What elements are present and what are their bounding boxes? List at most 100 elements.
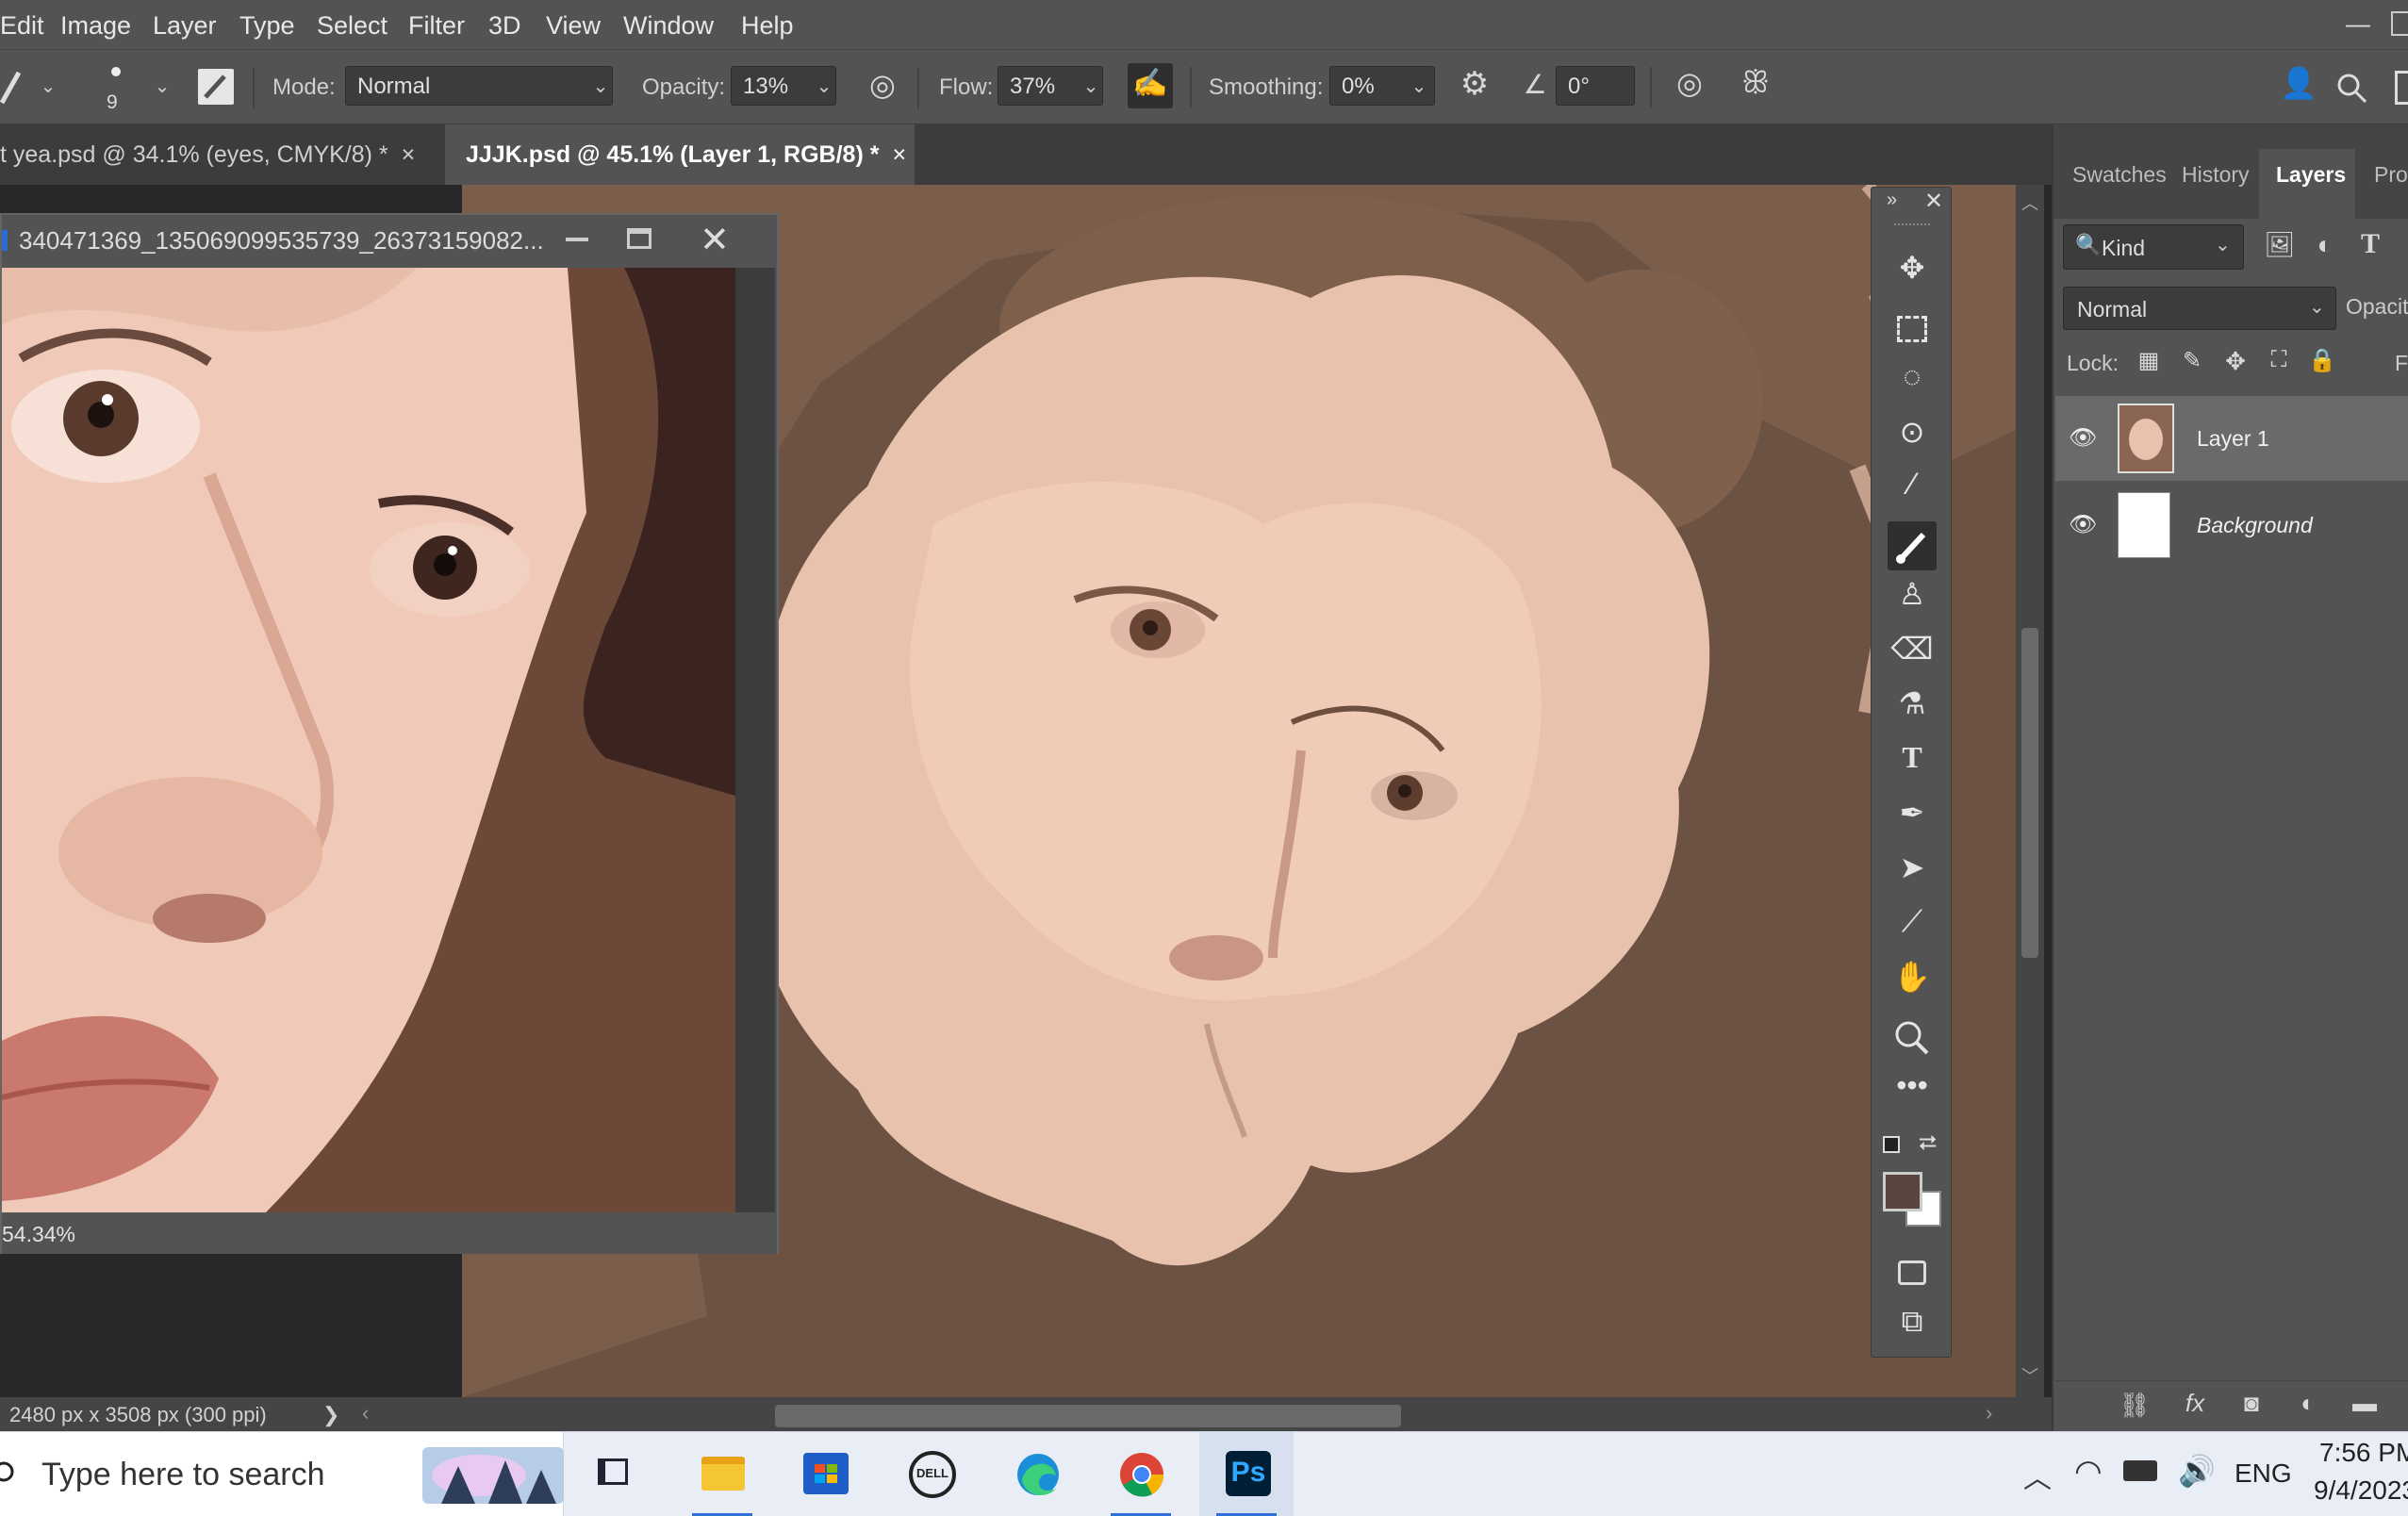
eye-icon[interactable]: 👁 bbox=[2069, 511, 2097, 538]
layer-name[interactable]: Layer 1 bbox=[2197, 426, 2269, 452]
lasso-tool-icon[interactable]: ◌ bbox=[1888, 359, 1937, 408]
quick-mask-icon[interactable] bbox=[1888, 1249, 1937, 1298]
microsoft-store-button[interactable] bbox=[779, 1432, 873, 1516]
eyedropper-tool-icon[interactable]: ⁄ bbox=[1888, 467, 1937, 516]
language-indicator[interactable]: ENG bbox=[2235, 1458, 2292, 1489]
mode-select[interactable]: Normal bbox=[345, 66, 613, 106]
reference-window-titlebar[interactable]: 340471369_135069099535739_26373159082...… bbox=[2, 215, 777, 264]
smoothing-dropdown-icon[interactable]: ⌄ bbox=[1403, 66, 1435, 106]
lock-transparency-icon[interactable]: ▦ bbox=[2133, 347, 2165, 379]
maximize-icon[interactable] bbox=[627, 228, 651, 249]
move-tool-icon[interactable]: ✥ bbox=[1888, 250, 1937, 299]
default-colors-icon[interactable] bbox=[1883, 1136, 1900, 1153]
eraser-tool-icon[interactable]: ⌫ bbox=[1888, 631, 1937, 680]
file-explorer-button[interactable] bbox=[675, 1432, 769, 1516]
minimize-icon[interactable] bbox=[566, 238, 588, 241]
quick-selection-tool-icon[interactable]: ⊙ bbox=[1888, 414, 1937, 463]
wifi-icon[interactable]: ◠ bbox=[2074, 1453, 2103, 1491]
scroll-left-icon[interactable]: ‹ bbox=[362, 1401, 369, 1425]
reference-zoom[interactable]: 54.34% bbox=[2, 1222, 75, 1247]
tab-history[interactable]: History bbox=[2182, 162, 2250, 188]
symmetry-icon[interactable]: ꕥ bbox=[1735, 65, 1776, 107]
layer-row-background[interactable]: 👁 Background bbox=[2055, 483, 2408, 568]
tab-layers[interactable]: Layers bbox=[2276, 162, 2346, 188]
toolbox-grip[interactable] bbox=[1894, 223, 1930, 229]
pressure-opacity-icon[interactable]: ◎ bbox=[863, 67, 902, 107]
new-adjustment-icon[interactable]: ◐ bbox=[2291, 1389, 2325, 1418]
scroll-up-icon[interactable]: ︿ bbox=[2021, 190, 2038, 215]
layer-name[interactable]: Background bbox=[2197, 513, 2313, 538]
taskbar-search[interactable]: Type here to search bbox=[0, 1432, 564, 1516]
tab-jjjk-doc[interactable]: JJJK.psd @ 45.1% (Layer 1, RGB/8) * × bbox=[445, 124, 915, 185]
swap-colors-icon[interactable]: ⮂ bbox=[1919, 1130, 1937, 1157]
brush-tool-icon[interactable] bbox=[0, 69, 21, 107]
layer-filter-select[interactable]: 🔍 Kind ⌄ bbox=[2063, 224, 2244, 270]
lock-pixels-icon[interactable]: ✎ bbox=[2176, 347, 2208, 379]
path-selection-tool-icon[interactable]: ➤ bbox=[1888, 849, 1937, 898]
layer-row-layer-1[interactable]: 👁 Layer 1 bbox=[2055, 396, 2408, 481]
scroll-right-icon[interactable]: › bbox=[1986, 1401, 1992, 1425]
mode-dropdown-icon[interactable]: ⌄ bbox=[585, 66, 617, 106]
menu-edit[interactable]: Edit bbox=[0, 11, 44, 41]
pixel-filter-icon[interactable]: 🖼 bbox=[2263, 230, 2297, 264]
search-icon[interactable] bbox=[2336, 73, 2368, 105]
brush-settings-icon[interactable] bbox=[198, 69, 234, 105]
tool-preset-dropdown-icon[interactable]: ⌄ bbox=[32, 66, 64, 106]
workspace-icon[interactable] bbox=[2395, 71, 2408, 105]
close-icon[interactable]: ✕ bbox=[1924, 188, 1943, 215]
lock-all-icon[interactable]: 🔒 bbox=[2306, 347, 2338, 379]
link-layers-icon[interactable]: ⛓ bbox=[2118, 1391, 2152, 1420]
dell-button[interactable]: DELL bbox=[884, 1432, 979, 1516]
hand-tool-icon[interactable]: ✋ bbox=[1888, 959, 1937, 1008]
maximize-button[interactable] bbox=[2391, 11, 2408, 36]
marquee-tool-icon[interactable] bbox=[1888, 305, 1937, 354]
opacity-dropdown-icon[interactable]: ⌄ bbox=[808, 66, 840, 106]
new-group-icon[interactable]: ▬ bbox=[2348, 1389, 2382, 1418]
menu-window[interactable]: Window bbox=[623, 11, 714, 41]
foreground-color-swatch[interactable] bbox=[1883, 1172, 1922, 1211]
status-menu-arrow-icon[interactable]: ❯ bbox=[322, 1403, 339, 1427]
menu-type[interactable]: Type bbox=[239, 11, 295, 41]
brush-preset-dropdown-icon[interactable]: ⌄ bbox=[146, 66, 178, 106]
photoshop-button[interactable]: Ps bbox=[1199, 1432, 1294, 1516]
line-tool-icon[interactable]: ⟋ bbox=[1888, 904, 1937, 953]
flow-dropdown-icon[interactable]: ⌄ bbox=[1075, 66, 1107, 106]
menu-image[interactable]: Image bbox=[60, 11, 131, 41]
more-tools-icon[interactable]: ••• bbox=[1888, 1068, 1937, 1117]
type-tool-icon[interactable]: T bbox=[1888, 740, 1937, 789]
menu-layer[interactable]: Layer bbox=[153, 11, 217, 41]
reference-scrollbar[interactable] bbox=[735, 268, 775, 1212]
brush-tip-icon[interactable] bbox=[111, 67, 121, 76]
tab-swatches[interactable]: Swatches bbox=[2072, 162, 2167, 188]
edge-button[interactable] bbox=[990, 1432, 1084, 1516]
battery-icon[interactable] bbox=[2123, 1460, 2157, 1481]
angle-field[interactable]: 0° bbox=[1556, 66, 1635, 106]
blend-mode-select[interactable]: Normal ⌄ bbox=[2063, 287, 2336, 330]
eye-icon[interactable]: 👁 bbox=[2069, 424, 2097, 452]
type-filter-icon[interactable]: T bbox=[2353, 228, 2387, 262]
horizontal-scroll-thumb[interactable] bbox=[775, 1405, 1401, 1427]
menu-filter[interactable]: Filter bbox=[408, 11, 465, 41]
lock-artboard-icon[interactable]: ⛶ bbox=[2263, 347, 2295, 379]
scroll-down-icon[interactable]: ﹀ bbox=[2021, 1363, 2038, 1388]
stamp-tool-icon[interactable]: ♙ bbox=[1888, 576, 1937, 625]
document-info[interactable]: 2480 px x 3508 px (300 ppi) bbox=[9, 1403, 267, 1427]
scroll-thumb[interactable] bbox=[2021, 628, 2038, 958]
volume-icon[interactable]: 🔊 bbox=[2178, 1453, 2216, 1489]
screen-mode-icon[interactable]: ⧉ bbox=[1888, 1304, 1937, 1353]
minimize-button[interactable]: — bbox=[2346, 9, 2370, 39]
tab-properties[interactable]: Pro bbox=[2374, 162, 2408, 188]
canvas-vertical-scrollbar[interactable]: ︿ ﹀ bbox=[2016, 185, 2044, 1397]
reference-window[interactable]: 340471369_135069099535739_26373159082...… bbox=[0, 213, 779, 1254]
menu-3d[interactable]: 3D bbox=[488, 11, 521, 41]
close-icon[interactable]: × bbox=[402, 141, 416, 168]
chevron-up-icon[interactable]: ︿ bbox=[2023, 1455, 2052, 1496]
chrome-button[interactable] bbox=[1094, 1432, 1188, 1516]
adjustment-filter-icon[interactable]: ◐ bbox=[2308, 230, 2342, 264]
pressure-size-icon[interactable]: ◎ bbox=[1669, 65, 1710, 107]
airbrush-icon[interactable]: ✍ bbox=[1128, 63, 1173, 108]
menu-help[interactable]: Help bbox=[741, 11, 794, 41]
expand-toolbox-icon[interactable]: » bbox=[1887, 190, 1897, 211]
tab-eyes-doc[interactable]: t yea.psd @ 34.1% (eyes, CMYK/8) * × bbox=[0, 124, 443, 185]
close-icon[interactable]: ✕ bbox=[700, 219, 730, 261]
